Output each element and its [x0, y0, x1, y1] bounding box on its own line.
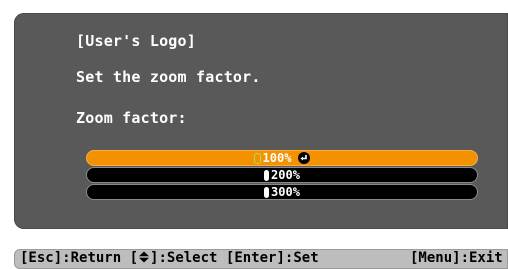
option-label: 300% — [271, 185, 300, 199]
help-bar-left: [Esc]:Return [ ]:Select [Enter]:Set — [20, 250, 319, 266]
select-action: ]:Select — [150, 250, 226, 266]
enter-action: :Set — [284, 250, 319, 266]
radio-icon — [264, 186, 270, 198]
option-300[interactable]: 300% — [86, 184, 478, 200]
menu-action: :Exit — [460, 250, 503, 266]
help-bar: [Esc]:Return [ ]:Select [Enter]:Set [Menu… — [14, 249, 508, 269]
option-200[interactable]: 200% — [86, 167, 478, 183]
esc-key: [Esc] — [20, 250, 63, 266]
radio-selected-icon — [253, 152, 261, 164]
enter-icon — [298, 152, 311, 164]
select-key-open: [ — [129, 250, 139, 266]
enter-key: [Enter] — [225, 250, 285, 266]
menu-panel: [User's Logo] Set the zoom factor. Zoom … — [14, 13, 508, 229]
zoom-factor-label: Zoom factor: — [76, 109, 187, 127]
esc-action: :Return — [62, 250, 130, 266]
up-down-arrow-icon — [139, 251, 150, 263]
dialog-title: [User's Logo] — [76, 32, 196, 50]
option-label: 100% — [262, 151, 292, 165]
radio-icon — [264, 169, 270, 181]
menu-key: [Menu] — [410, 250, 461, 266]
option-100[interactable]: 100% — [86, 150, 478, 166]
help-bar-right: [Menu]:Exit — [410, 250, 508, 266]
dialog-instruction: Set the zoom factor. — [76, 68, 261, 86]
option-label: 200% — [271, 168, 300, 182]
